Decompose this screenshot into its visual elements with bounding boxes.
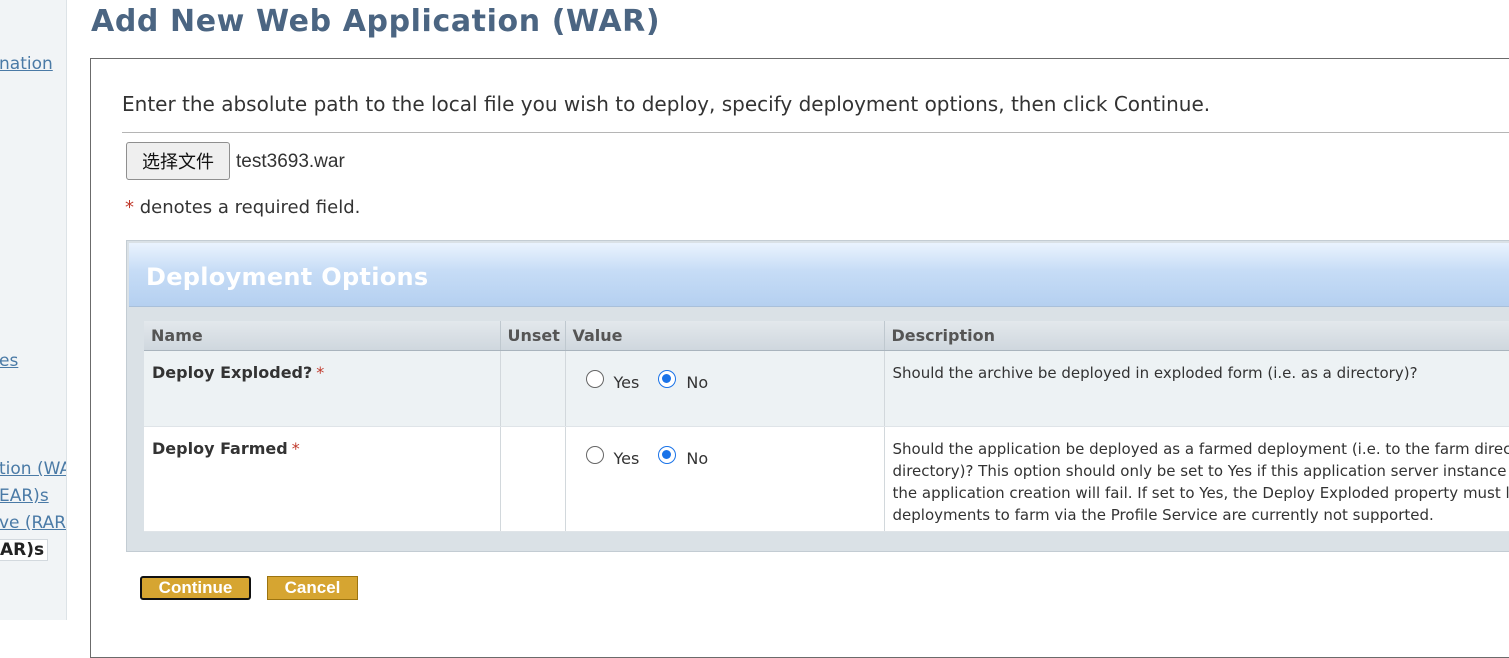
description-text: Should the application be deployed as a … — [893, 438, 1509, 526]
radio-option-yes: Yes — [586, 445, 640, 465]
column-header-name: Name — [144, 321, 500, 350]
radio-option-no: No — [658, 445, 708, 465]
yes-radio[interactable] — [586, 370, 604, 388]
deployment-options-panel: Deployment Options Name Unset Value Desc… — [126, 240, 1509, 552]
yes-label[interactable]: Yes — [614, 373, 640, 392]
content-box: Enter the absolute path to the local fil… — [90, 58, 1509, 658]
panel-header: Deployment Options — [129, 243, 1509, 307]
required-note: * denotes a required field. — [125, 197, 360, 218]
unset-cell — [500, 350, 565, 426]
property-label: Deploy Farmed — [152, 439, 288, 458]
table-row: Deploy Farmed* Yes No — [144, 426, 1509, 531]
required-star: * — [125, 197, 134, 218]
instruction-text: Enter the absolute path to the local fil… — [122, 89, 1210, 119]
yes-radio[interactable] — [586, 446, 604, 464]
sidebar-link-current[interactable]: AR)s — [0, 539, 48, 561]
continue-button[interactable]: Continue — [140, 576, 251, 600]
radio-group: Yes No — [574, 445, 876, 465]
page-title: Add New Web Application (WAR) — [91, 0, 660, 44]
sidebar-link-war[interactable]: tion (WA — [0, 459, 67, 479]
property-name: Deploy Farmed* — [152, 439, 300, 458]
column-header-unset: Unset — [500, 321, 565, 350]
table-row: Deploy Exploded?* Yes No — [144, 350, 1509, 426]
panel-title: Deployment Options — [146, 261, 428, 293]
value-cell: Yes No — [565, 350, 884, 426]
radio-option-yes: Yes — [586, 369, 640, 389]
name-cell: Deploy Farmed* — [144, 426, 500, 531]
column-header-description: Description — [884, 321, 1509, 350]
choose-file-button[interactable]: 选择文件 — [126, 142, 230, 180]
required-star: * — [292, 439, 300, 458]
options-table: Name Unset Value Description Deploy Expl… — [144, 321, 1509, 532]
sidebar-nav: nation es tion (WA EAR)s ve (RAR AR)s — [0, 0, 67, 620]
divider — [122, 132, 1509, 133]
no-label[interactable]: No — [686, 373, 708, 392]
sidebar-link-rar[interactable]: ve (RAR — [0, 513, 66, 533]
name-cell: Deploy Exploded?* — [144, 350, 500, 426]
cancel-button[interactable]: Cancel — [267, 576, 358, 600]
property-label: Deploy Exploded? — [152, 363, 312, 382]
table-header-row: Name Unset Value Description — [144, 321, 1509, 350]
sidebar-link-ear[interactable]: EAR)s — [0, 486, 49, 506]
required-note-text: denotes a required field. — [140, 197, 361, 218]
sidebar-link-2[interactable]: es — [0, 351, 18, 371]
unset-cell — [500, 426, 565, 531]
description-text: Should the archive be deployed in explod… — [893, 362, 1509, 384]
description-cell: Should the archive be deployed in explod… — [884, 350, 1509, 426]
required-star: * — [316, 363, 324, 382]
no-radio[interactable] — [658, 370, 676, 388]
selected-file-name: test3693.war — [236, 151, 345, 173]
value-cell: Yes No — [565, 426, 884, 531]
radio-option-no: No — [658, 369, 708, 389]
no-label[interactable]: No — [686, 449, 708, 468]
radio-group: Yes No — [574, 369, 876, 389]
sidebar-link-1[interactable]: nation — [0, 54, 53, 74]
no-radio[interactable] — [658, 446, 676, 464]
property-name: Deploy Exploded?* — [152, 363, 324, 382]
yes-label[interactable]: Yes — [614, 449, 640, 468]
description-cell: Should the application be deployed as a … — [884, 426, 1509, 531]
column-header-value: Value — [565, 321, 884, 350]
